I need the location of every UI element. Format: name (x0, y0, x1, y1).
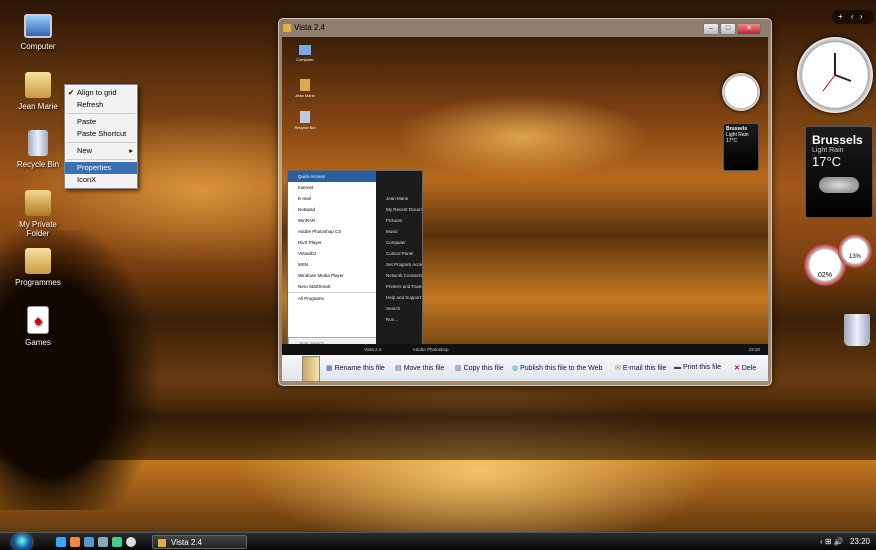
folder-quicklaunch-icon[interactable] (70, 537, 80, 547)
mail-quicklaunch-icon[interactable] (98, 537, 108, 547)
menu-divider (67, 159, 135, 160)
desktop-icon-games[interactable]: ♠ Games (0, 306, 78, 347)
ie-quicklaunch-icon[interactable] (56, 537, 66, 547)
inner-weather-gadget: Brussels Light Rain 17°C (723, 123, 759, 171)
menu-item-refresh[interactable]: Refresh (65, 99, 137, 111)
next-icon[interactable]: › (860, 12, 863, 21)
rename-file-button[interactable]: ▦ Rename this file (326, 364, 385, 372)
rain-cloud-icon (819, 177, 859, 193)
inner-taskbar: Vista 2.4 Adobe Photoshop 23:20 (282, 344, 768, 355)
globe-icon: ◍ (512, 365, 519, 372)
checkmark-icon: ✔ (68, 88, 75, 97)
inner-icon-jean-marie: Jean Marie (290, 79, 320, 98)
submenu-arrow-icon: ▸ (129, 146, 133, 155)
inner-icon-computer: Computer (290, 45, 320, 62)
private-folder-icon (25, 190, 51, 216)
desktop: Computer Jean Marie Recycle Bin My Priva… (0, 0, 876, 550)
rename-icon: ▦ (326, 365, 333, 372)
computer-icon (299, 45, 311, 55)
close-button[interactable]: ✕ (737, 23, 761, 35)
print-icon: ▬ (674, 364, 681, 371)
system-tray: ‹ ⊞ 🔊 23:20 (820, 535, 870, 549)
delete-file-button[interactable]: ✕ Dele (734, 364, 756, 372)
user-avatar (376, 171, 422, 193)
prev-icon[interactable]: ‹ (851, 12, 854, 21)
delete-icon: ✕ (734, 365, 740, 372)
games-icon: ♠ (27, 306, 49, 334)
move-icon: ▤ (395, 365, 402, 372)
media-quicklaunch-icon[interactable] (84, 537, 94, 547)
search-quicklaunch-icon[interactable] (126, 537, 136, 547)
folder-icon (158, 539, 166, 547)
tray-icons[interactable]: ‹ ⊞ 🔊 (820, 537, 844, 546)
menu-item-new[interactable]: New ▸ (65, 145, 137, 157)
menu-divider (67, 113, 135, 114)
desktop-icon-label: Programmes (15, 278, 61, 287)
window-titlebar[interactable]: Vista 2.4 – □ ✕ (283, 21, 767, 35)
desktop-icon-label: Computer (20, 42, 56, 51)
window-controls: – □ ✕ (702, 23, 761, 35)
recycle-bin-icon (28, 130, 48, 156)
recycle-bin-icon (300, 111, 310, 123)
copy-file-button[interactable]: ▥ Copy this file (455, 364, 504, 372)
cpu-meter-gadget: 02% 13% (802, 234, 876, 292)
recycle-bin-gadget-icon[interactable] (844, 314, 870, 346)
minimize-button[interactable]: – (703, 23, 719, 35)
inner-start-menu: Quick Access Internet E-mail Notepad Win… (287, 170, 423, 350)
inner-clock-gadget (722, 73, 760, 111)
sidebar-controls[interactable]: + ‹ › (832, 10, 874, 24)
publish-file-button[interactable]: ◍ Publish this file to the Web (512, 364, 602, 372)
computer-icon (24, 14, 52, 38)
start-menu-left: Quick Access Internet E-mail Notepad Win… (288, 171, 378, 350)
desktop-icon-private-folder[interactable]: My Private Folder (0, 190, 78, 238)
start-button[interactable] (12, 534, 32, 550)
email-file-button[interactable]: ✉ E-mail this file (615, 364, 666, 372)
tray-clock[interactable]: 23:20 (850, 537, 870, 546)
print-file-button[interactable]: ▬ Print this file (674, 364, 721, 371)
command-bar: ▦ Rename this file ▤ Move this file ▥ Co… (282, 355, 768, 382)
weather-gadget: Brussels Light Rain 17°C (805, 126, 873, 218)
user-folder-icon (25, 72, 51, 98)
folder-preview-icon (302, 356, 320, 382)
menu-item-paste[interactable]: Paste (65, 116, 137, 128)
desktop-icon-label: Recycle Bin (16, 160, 60, 169)
inner-icon-recycle-bin: Recycle Bin (290, 111, 320, 130)
menu-divider (67, 142, 135, 143)
clock-gadget (797, 37, 873, 113)
menu-item-properties[interactable]: Properties (65, 162, 137, 174)
menu-item-paste-shortcut[interactable]: Paste Shortcut (65, 128, 137, 140)
taskbar-button-vista[interactable]: Vista 2.4 (152, 535, 247, 549)
copy-icon: ▥ (455, 365, 462, 372)
maximize-button[interactable]: □ (720, 23, 736, 35)
desktop-icon-label: My Private Folder (19, 220, 57, 238)
desktop-icon-computer[interactable]: Computer (0, 14, 78, 51)
move-file-button[interactable]: ▤ Move this file (395, 364, 444, 372)
email-icon: ✉ (615, 365, 621, 372)
desktop-icon-label: Games (25, 338, 51, 347)
memory-gauge: 13% (838, 234, 872, 268)
desktop-context-menu: ✔ Align to grid Refresh Paste Paste Short… (64, 84, 138, 189)
menu-item-iconx[interactable]: IconX (65, 174, 137, 186)
taskbar: Vista 2.4 ‹ ⊞ 🔊 23:20 (0, 532, 876, 550)
window-content-screenshot: Computer Jean Marie Recycle Bin Quick Ac… (282, 37, 768, 355)
add-gadget-icon[interactable]: + (838, 12, 843, 21)
user-folder-icon (300, 79, 310, 91)
weather-condition: Light Rain (812, 147, 844, 154)
window-title: Vista 2.4 (294, 23, 325, 32)
weather-temperature: 17°C (812, 154, 842, 169)
folder-icon (283, 23, 291, 32)
desktop-icon-programmes[interactable]: Programmes (0, 248, 78, 287)
messenger-quicklaunch-icon[interactable] (112, 537, 122, 547)
start-menu-right: Jean Marie My Recent Documents Pictures … (376, 171, 422, 349)
weather-city: Brussels (812, 133, 863, 147)
menu-item-align-to-grid[interactable]: ✔ Align to grid (65, 87, 137, 99)
desktop-icon-label: Jean Marie (18, 102, 58, 111)
programs-folder-icon (25, 248, 51, 274)
explorer-window: Vista 2.4 – □ ✕ Computer Jean Marie Recy… (278, 18, 772, 386)
clock-hands-icon (822, 53, 852, 92)
